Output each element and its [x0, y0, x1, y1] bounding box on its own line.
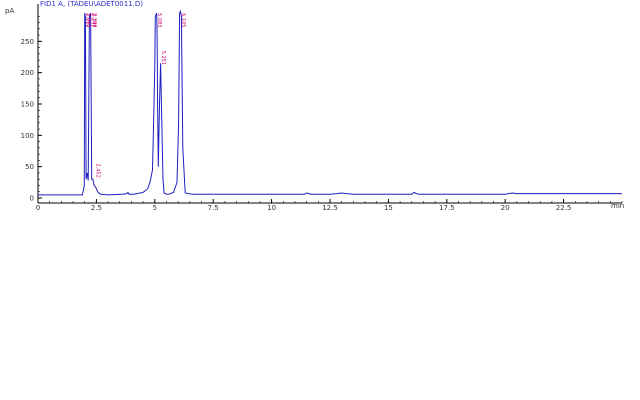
x-tick-label: 5 — [153, 204, 157, 212]
y-tick-label: 0 — [30, 195, 34, 203]
ticks: 0 2.5 5 7.5 10 12.5 15 17.5 20 22.5 0 50 100 150 200 25… — [21, 15, 623, 212]
peak-label: 2.452 — [95, 164, 101, 178]
x-tick-label: 22.5 — [556, 204, 572, 212]
axes — [37, 4, 622, 204]
x-tick-label: 20 — [501, 204, 510, 212]
y-unit-label: pA — [5, 7, 14, 15]
peak-label: 5.083 — [156, 13, 162, 27]
y-tick-label: 100 — [21, 132, 34, 140]
peak-label: 2.306 — [91, 13, 97, 27]
x-tick-label: 12.5 — [322, 204, 338, 212]
chromatogram-chart: FID1 A, (TADEU\ADET0011.D) pA min 0 2.5 5 7… — [5, 0, 624, 212]
x-tick-label: 10 — [267, 204, 276, 212]
chromatogram-trace — [38, 9, 622, 196]
y-tick-label: 200 — [21, 69, 34, 77]
x-tick-label: 0 — [36, 204, 40, 212]
peak-label: 6.105 — [180, 13, 186, 27]
x-tick-label: 17.5 — [439, 204, 455, 212]
y-tick-label: 250 — [21, 38, 34, 46]
chart-title: FID1 A, (TADEU\ADET0011.D) — [40, 0, 143, 8]
y-tick-label: 150 — [21, 101, 34, 109]
x-tick-label: 7.5 — [208, 204, 219, 212]
y-tick-label: 50 — [25, 163, 34, 171]
peak-label: 5.251 — [160, 51, 166, 65]
x-tick-label: 15 — [384, 204, 393, 212]
peak-labels: 2.0102.0652.2472.3062.4525.0835.2516.105 — [84, 13, 186, 178]
x-tick-label: 2.5 — [91, 204, 102, 212]
trace-group — [38, 9, 622, 196]
